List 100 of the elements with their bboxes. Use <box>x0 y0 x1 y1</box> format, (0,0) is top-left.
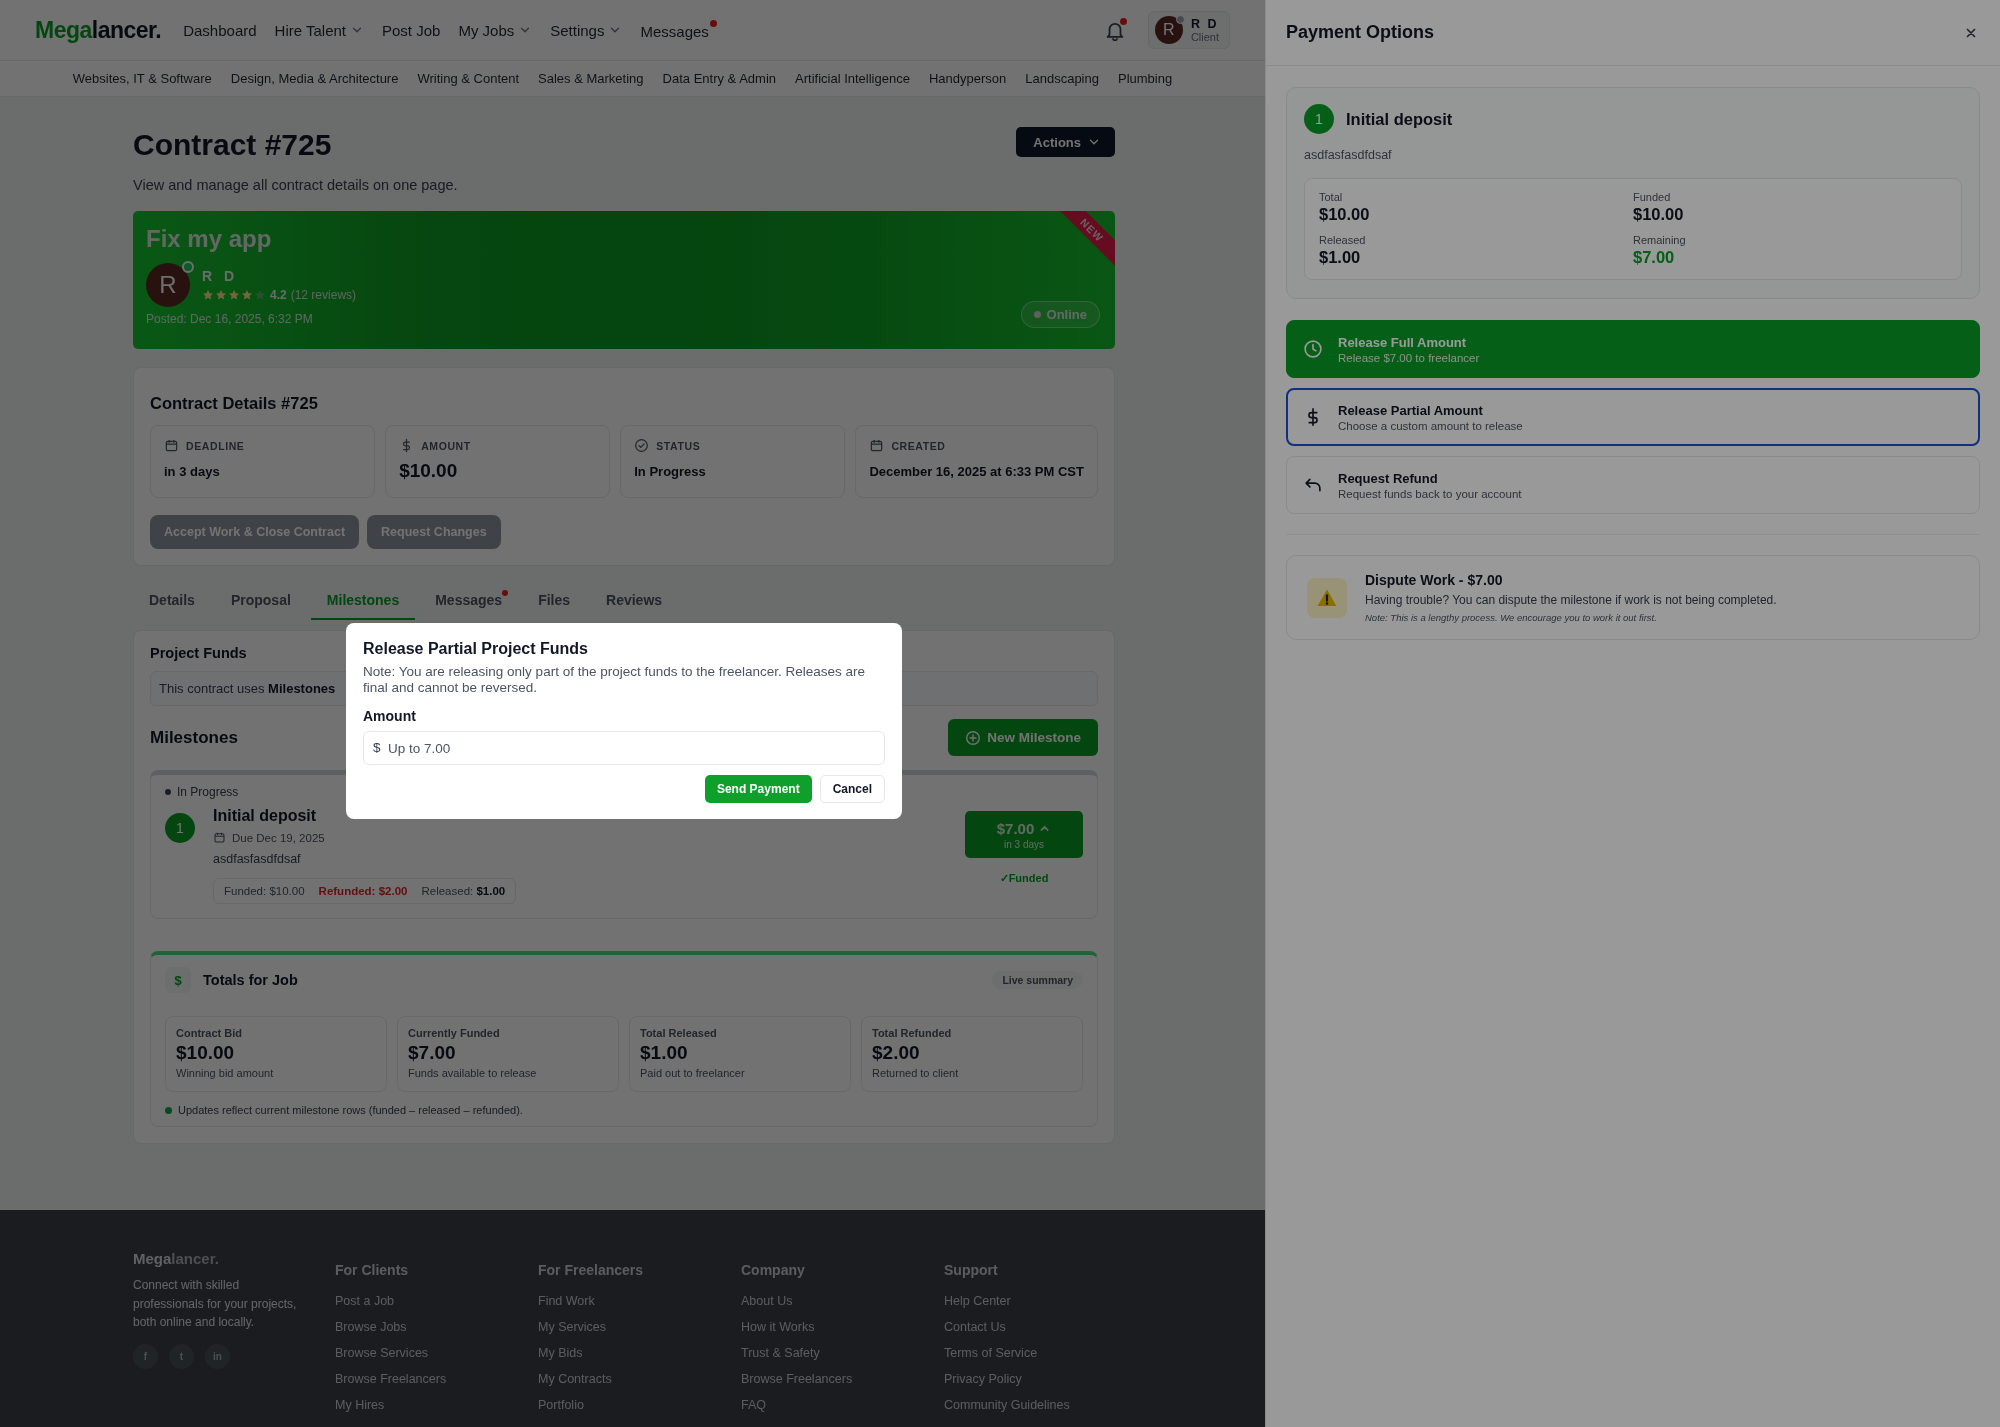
category-link[interactable]: Design, Media & Architecture <box>230 71 399 86</box>
star-icon <box>241 289 253 301</box>
field-label: STATUS <box>656 439 701 452</box>
tab[interactable]: Milestones <box>310 584 416 620</box>
milestone-title: Initial deposit <box>1346 109 1453 129</box>
amount-text: Released: $1.00 <box>421 885 506 897</box>
footer-link[interactable]: Portfolio <box>538 1392 741 1418</box>
dispute-title: Dispute Work - $7.00 <box>1365 572 1504 588</box>
amount-label: Remaining <box>1633 234 1687 246</box>
amount-label: Funded <box>1633 191 1672 203</box>
payment-option[interactable]: Release Full Amount Release $7.00 to freelancer <box>1286 320 1980 378</box>
stat-note: Funds available to release <box>408 1067 538 1079</box>
stat-value: $2.00 <box>872 1042 921 1064</box>
milestone-description: asdfasfasdfdsaf <box>213 852 302 866</box>
field-value: in 3 days <box>164 464 221 479</box>
plus-circle-icon <box>965 729 982 746</box>
footnote: Updates reflect current milestone rows (funded – released – refunded). <box>178 1104 523 1116</box>
footer-link[interactable]: My Bids <box>538 1340 741 1366</box>
notification-dot <box>502 590 509 596</box>
footer-link[interactable]: Privacy Policy <box>944 1366 1147 1392</box>
user-role: Client <box>1190 31 1219 43</box>
footer-heading: For Clients <box>335 1262 410 1278</box>
tab[interactable]: Proposal <box>214 584 307 620</box>
footer-link[interactable]: Browse Jobs <box>335 1314 538 1340</box>
logo[interactable]: Megalancer. <box>133 1250 335 1267</box>
footer-link[interactable]: Find Work <box>538 1288 741 1314</box>
footer-link[interactable]: Browse Freelancers <box>335 1366 538 1392</box>
job-title: Fix my app <box>146 225 272 253</box>
calendar-icon <box>213 831 226 844</box>
stat-label: Contract Bid <box>176 1027 243 1039</box>
footer-link[interactable]: Trust & Safety <box>741 1340 944 1366</box>
category-link[interactable]: Plumbing <box>1117 71 1173 86</box>
section-title: Milestones <box>150 727 238 748</box>
field-label: CREATED <box>891 439 946 452</box>
star-icon <box>254 289 266 301</box>
tab[interactable]: Files <box>522 584 587 620</box>
new-milestone-button[interactable]: New Milestone <box>948 719 1098 756</box>
calendar-icon <box>869 438 885 453</box>
stat-label: Total Refunded <box>872 1027 953 1039</box>
stat-note: Paid out to freelancer <box>640 1067 746 1079</box>
footer-link[interactable]: FAQ <box>741 1392 944 1418</box>
footer-link[interactable]: Help Center <box>944 1288 1147 1314</box>
nav-link[interactable]: Dashboard <box>183 20 257 40</box>
footer-link[interactable]: My Services <box>538 1314 741 1340</box>
footer-link[interactable]: Terms of Service <box>944 1340 1147 1366</box>
category-link[interactable]: Handyperson <box>928 71 1007 86</box>
avatar: R <box>1154 16 1183 44</box>
field-label: AMOUNT <box>421 439 471 452</box>
amount-value: $1.00 <box>1319 248 1362 267</box>
status-dot <box>165 789 171 795</box>
payment-option[interactable]: Release Partial Amount Choose a custom amount to release <box>1286 388 1980 446</box>
amount-value: $10.00 <box>1633 205 1685 224</box>
nav-link[interactable]: Settings <box>550 20 623 40</box>
category-link[interactable]: Websites, IT & Software <box>72 71 212 86</box>
rating-value: 4.2 <box>270 288 287 302</box>
funded-label: ✓Funded <box>999 872 1049 885</box>
nav-link[interactable]: My Jobs <box>458 20 533 40</box>
footer-link[interactable]: Browse Freelancers <box>741 1366 944 1392</box>
footer-link[interactable]: My Contracts <box>538 1366 741 1392</box>
payment-option[interactable]: Request Refund Request funds back to your account <box>1286 456 1980 514</box>
amount-text: Refunded: $2.00 <box>318 885 408 897</box>
clock-icon <box>1303 339 1323 359</box>
actions-button[interactable]: Actions <box>1016 127 1115 157</box>
milestone-amount-button[interactable]: $7.00 in 3 days <box>965 811 1083 858</box>
category-link[interactable]: Data Entry & Admin <box>662 71 776 86</box>
footer-link[interactable]: Post a Job <box>335 1288 538 1314</box>
stat-value: $1.00 <box>640 1042 689 1064</box>
tab[interactable]: Messages <box>419 584 519 620</box>
footer-link[interactable]: About Us <box>741 1288 944 1314</box>
category-link[interactable]: Landscaping <box>1025 71 1099 86</box>
nav-link[interactable]: Post Job <box>382 20 441 40</box>
category-link[interactable]: Artificial Intelligence <box>795 71 910 86</box>
send-payment-button[interactable]: Send Payment <box>704 775 812 804</box>
tab[interactable]: Reviews <box>590 584 679 620</box>
milestone-title: Initial deposit <box>213 807 318 825</box>
footer-link[interactable]: Browse Services <box>335 1340 538 1366</box>
star-icon <box>228 289 240 301</box>
cancel-button[interactable]: Cancel <box>819 775 885 804</box>
status-dot <box>165 1106 172 1114</box>
amount-label: Total <box>1319 191 1344 203</box>
notification-dot <box>1119 18 1127 25</box>
nav-link[interactable]: Hire Talent <box>274 20 364 40</box>
user-menu-button[interactable]: R R D Client <box>1147 11 1230 49</box>
nav-link[interactable]: Messages <box>640 20 717 40</box>
amount-text: Funded: $10.00 <box>224 885 305 897</box>
user-name: R D <box>1190 17 1219 31</box>
dispute-text: Having trouble? You can dispute the milestone if work is not being completed. <box>1365 593 1777 607</box>
tab[interactable]: Details <box>133 584 211 620</box>
category-link[interactable]: Sales & Marketing <box>538 71 644 86</box>
footer-link[interactable]: My Hires <box>335 1392 538 1418</box>
footer-heading: Company <box>741 1262 806 1278</box>
footer-link[interactable]: Community Guidelines <box>944 1392 1147 1418</box>
category-link[interactable]: Writing & Content <box>417 71 520 86</box>
dollar-badge: $ <box>165 967 191 993</box>
notification-dot <box>709 20 717 27</box>
field-value: In Progress <box>634 464 707 479</box>
dispute-note: Note: This is a lengthy process. We encourage you to work it out first. <box>1365 612 1658 623</box>
logo[interactable]: Megalancer. <box>35 16 162 44</box>
panel-title: Payment Options <box>1286 22 1435 43</box>
section-title: Project Funds <box>150 645 247 661</box>
